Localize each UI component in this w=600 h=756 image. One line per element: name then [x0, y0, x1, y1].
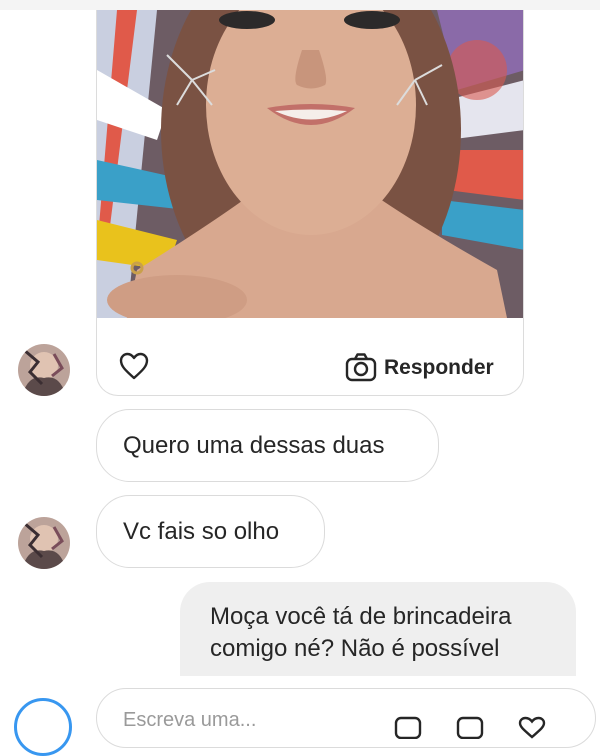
- image-icon[interactable]: [455, 715, 485, 740]
- message-text: Vc fais so olho: [123, 518, 280, 545]
- shared-story-card[interactable]: Responder: [96, 10, 524, 396]
- camera-icon[interactable]: [345, 352, 377, 382]
- avatar[interactable]: [18, 517, 70, 569]
- message-composer: Escreva uma...: [0, 680, 600, 756]
- story-actions-bar: Responder: [97, 318, 523, 395]
- message-bubble-outgoing: Moça você tá de brincadeira comigo né? N…: [180, 582, 576, 676]
- sticker-icon[interactable]: [517, 715, 547, 739]
- message-bubble-incoming: Quero uma dessas duas: [96, 409, 439, 482]
- reply-button-label[interactable]: Responder: [384, 356, 494, 380]
- message-bubble-incoming: Vc fais so olho: [96, 495, 325, 568]
- heart-icon[interactable]: [119, 352, 149, 380]
- story-photo[interactable]: [97, 10, 523, 318]
- microphone-icon[interactable]: [393, 715, 423, 740]
- message-input-placeholder: Escreva uma...: [123, 709, 257, 731]
- top-divider: [0, 0, 600, 10]
- message-text-line: Moça você tá de brincadeira: [210, 603, 512, 630]
- message-text: Quero uma dessas duas: [123, 432, 385, 459]
- avatar[interactable]: [18, 344, 70, 396]
- message-input[interactable]: Escreva uma...: [96, 688, 596, 748]
- message-text-line: comigo né? Não é possível: [210, 635, 500, 662]
- composer-camera-button[interactable]: [14, 698, 72, 756]
